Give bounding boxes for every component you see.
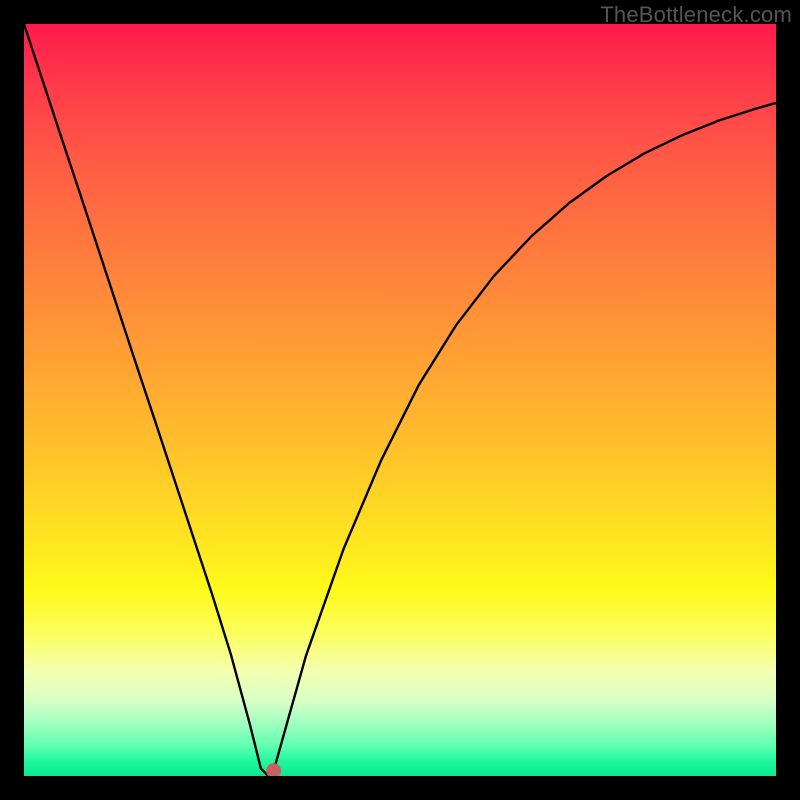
- plot-area: [24, 24, 776, 776]
- watermark-text: TheBottleneck.com: [600, 2, 792, 28]
- curve-svg: [24, 24, 776, 776]
- chart-frame: TheBottleneck.com: [0, 0, 800, 800]
- minimum-marker: [266, 763, 281, 776]
- bottleneck-curve: [24, 24, 776, 776]
